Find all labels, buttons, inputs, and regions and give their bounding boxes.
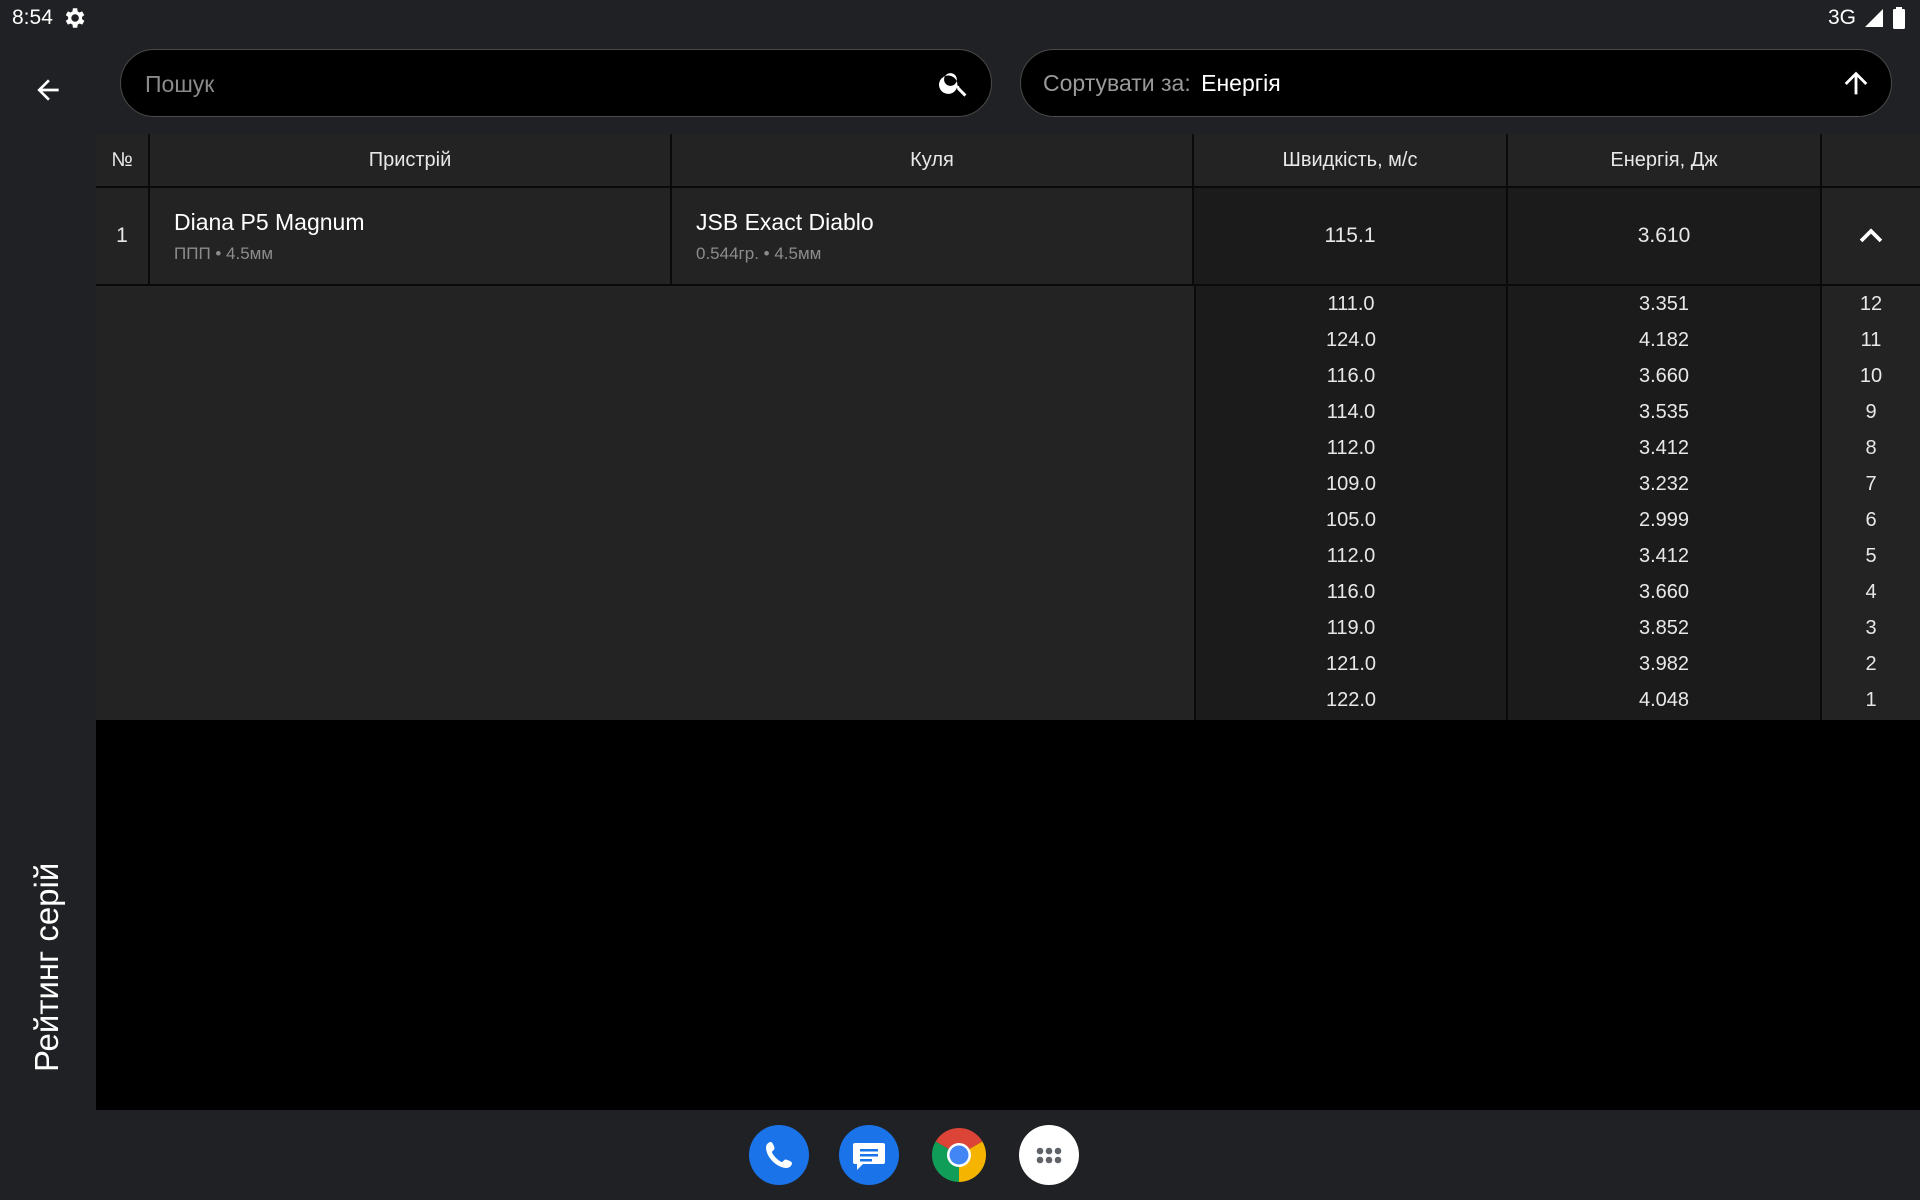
- sort-value: Енергія: [1201, 70, 1281, 96]
- shot-index: 5: [1865, 544, 1877, 567]
- shot-speed: 109.0: [1325, 472, 1377, 495]
- row-device: Diana P5 Magnum ППП • 4.5мм: [150, 188, 672, 284]
- battery-icon: [1893, 7, 1905, 29]
- message-bubble-glyph: [853, 1143, 885, 1170]
- settings-gear-icon: [65, 8, 85, 28]
- shot-speed: 121.0: [1325, 652, 1377, 675]
- shot-speed: 124.0: [1325, 328, 1377, 351]
- row-number: 1: [96, 188, 150, 284]
- shot-index: 7: [1865, 472, 1877, 495]
- phone-handset-glyph: [766, 1142, 792, 1168]
- shot-speed: 119.0: [1326, 616, 1376, 639]
- shot-energy: 3.351: [1638, 292, 1690, 315]
- shot-index: 11: [1860, 328, 1882, 351]
- sort-label: Сортувати за:: [1043, 70, 1191, 96]
- shot-index: 12: [1859, 292, 1883, 315]
- header-no[interactable]: №: [96, 134, 150, 186]
- shot-energy: 3.660: [1638, 364, 1690, 387]
- collapse-button[interactable]: [1822, 188, 1920, 284]
- arrow-up-icon[interactable]: [1839, 66, 1873, 100]
- shot-index-column: 12 11 10 9 8 7 6 5 4 3 2 1: [1822, 286, 1920, 720]
- sort-selector[interactable]: Сортувати за: Енергія: [1020, 49, 1892, 117]
- arrow-back-icon: [37, 79, 59, 101]
- row-details: 111.0 124.0 116.0 114.0 112.0 109.0 105.0 112.0…: [96, 286, 1920, 720]
- top-bar: Сортувати за: Енергія: [96, 36, 1920, 134]
- network-type: 3G: [1827, 6, 1856, 29]
- shot-speed: 112.0: [1326, 544, 1376, 567]
- shot-speed: 116.0: [1326, 580, 1376, 603]
- signal-icon: [1865, 9, 1883, 27]
- sort-label-wrap: Сортувати за: Енергія: [1043, 70, 1281, 97]
- header-energy[interactable]: Енергія, Дж: [1508, 134, 1822, 186]
- bullet-name: JSB Exact Diablo: [696, 208, 874, 235]
- chrome-icon[interactable]: [929, 1125, 989, 1185]
- shot-index: 4: [1865, 580, 1877, 603]
- search-box[interactable]: [120, 49, 992, 118]
- shot-energy: 4.182: [1638, 328, 1690, 351]
- table-header: № Пристрій Куля Швидкість, м/с Енергія, …: [96, 134, 1920, 188]
- shot-speed: 112.0: [1326, 436, 1376, 459]
- device-details: ППП • 4.5мм: [174, 243, 274, 263]
- search-icon[interactable]: [937, 66, 971, 100]
- row-bullet: JSB Exact Diablo 0.544гр. • 4.5мм: [672, 188, 1194, 284]
- shot-energy: 3.660: [1638, 580, 1690, 603]
- navigation-rail: Рейтинг серій: [0, 36, 96, 1110]
- messages-icon[interactable]: [839, 1125, 899, 1185]
- shot-index: 1: [1865, 688, 1877, 711]
- shot-energy: 3.412: [1638, 436, 1690, 459]
- shot-speed-column: 111.0 124.0 116.0 114.0 112.0 109.0 105.0 112.0…: [1194, 286, 1508, 720]
- shot-speed: 111.0: [1327, 292, 1375, 315]
- shot-energy-column: 3.351 4.182 3.660 3.535 3.412 3.232 2.999 3.412…: [1508, 286, 1822, 720]
- shot-index: 2: [1865, 652, 1877, 675]
- phone-icon[interactable]: [749, 1125, 809, 1185]
- shot-energy: 4.048: [1638, 688, 1690, 711]
- chrome-logo-glyph: [931, 1128, 987, 1182]
- search-input[interactable]: [143, 50, 907, 118]
- shot-speed: 116.0: [1326, 364, 1376, 387]
- shot-energy: 2.999: [1638, 508, 1690, 531]
- shot-index: 9: [1865, 400, 1877, 423]
- table-row[interactable]: 1 Diana P5 Magnum ППП • 4.5мм JSB Exact …: [96, 188, 1920, 286]
- shot-speed: 114.0: [1326, 400, 1376, 423]
- apps-grid-icon[interactable]: [1019, 1125, 1079, 1185]
- app-drawer-glyph: [1036, 1147, 1062, 1164]
- shot-index: 10: [1859, 364, 1883, 387]
- shot-energy: 3.232: [1638, 472, 1690, 495]
- chevron-up-icon[interactable]: [1854, 219, 1888, 253]
- header-device[interactable]: Пристрій: [150, 134, 672, 186]
- dock: [0, 1110, 1920, 1200]
- shot-index: 6: [1865, 508, 1877, 531]
- back-button[interactable]: [24, 66, 72, 114]
- screen-title: Рейтинг серій: [28, 862, 65, 1072]
- shot-energy: 3.412: [1638, 544, 1690, 567]
- row-speed: 115.1: [1194, 188, 1508, 284]
- shot-energy: 3.852: [1638, 616, 1690, 639]
- header-actions: [1822, 134, 1920, 186]
- device-name: Diana P5 Magnum: [174, 208, 365, 235]
- status-time: 8:54: [12, 6, 53, 29]
- shot-energy: 3.982: [1638, 652, 1690, 675]
- header-speed[interactable]: Швидкість, м/с: [1194, 134, 1508, 186]
- shot-energy: 3.535: [1638, 400, 1690, 423]
- shot-speed: 105.0: [1325, 508, 1377, 531]
- shot-index: 3: [1865, 616, 1877, 639]
- status-bar: 8:54 3G: [0, 0, 1920, 36]
- status-indicators: 3G: [1828, 5, 1906, 31]
- bullet-details: 0.544гр. • 4.5мм: [696, 243, 822, 263]
- shot-index: 8: [1865, 436, 1877, 459]
- header-bullet[interactable]: Куля: [672, 134, 1194, 186]
- row-energy: 3.610: [1508, 188, 1822, 284]
- shot-speed: 122.0: [1325, 688, 1377, 711]
